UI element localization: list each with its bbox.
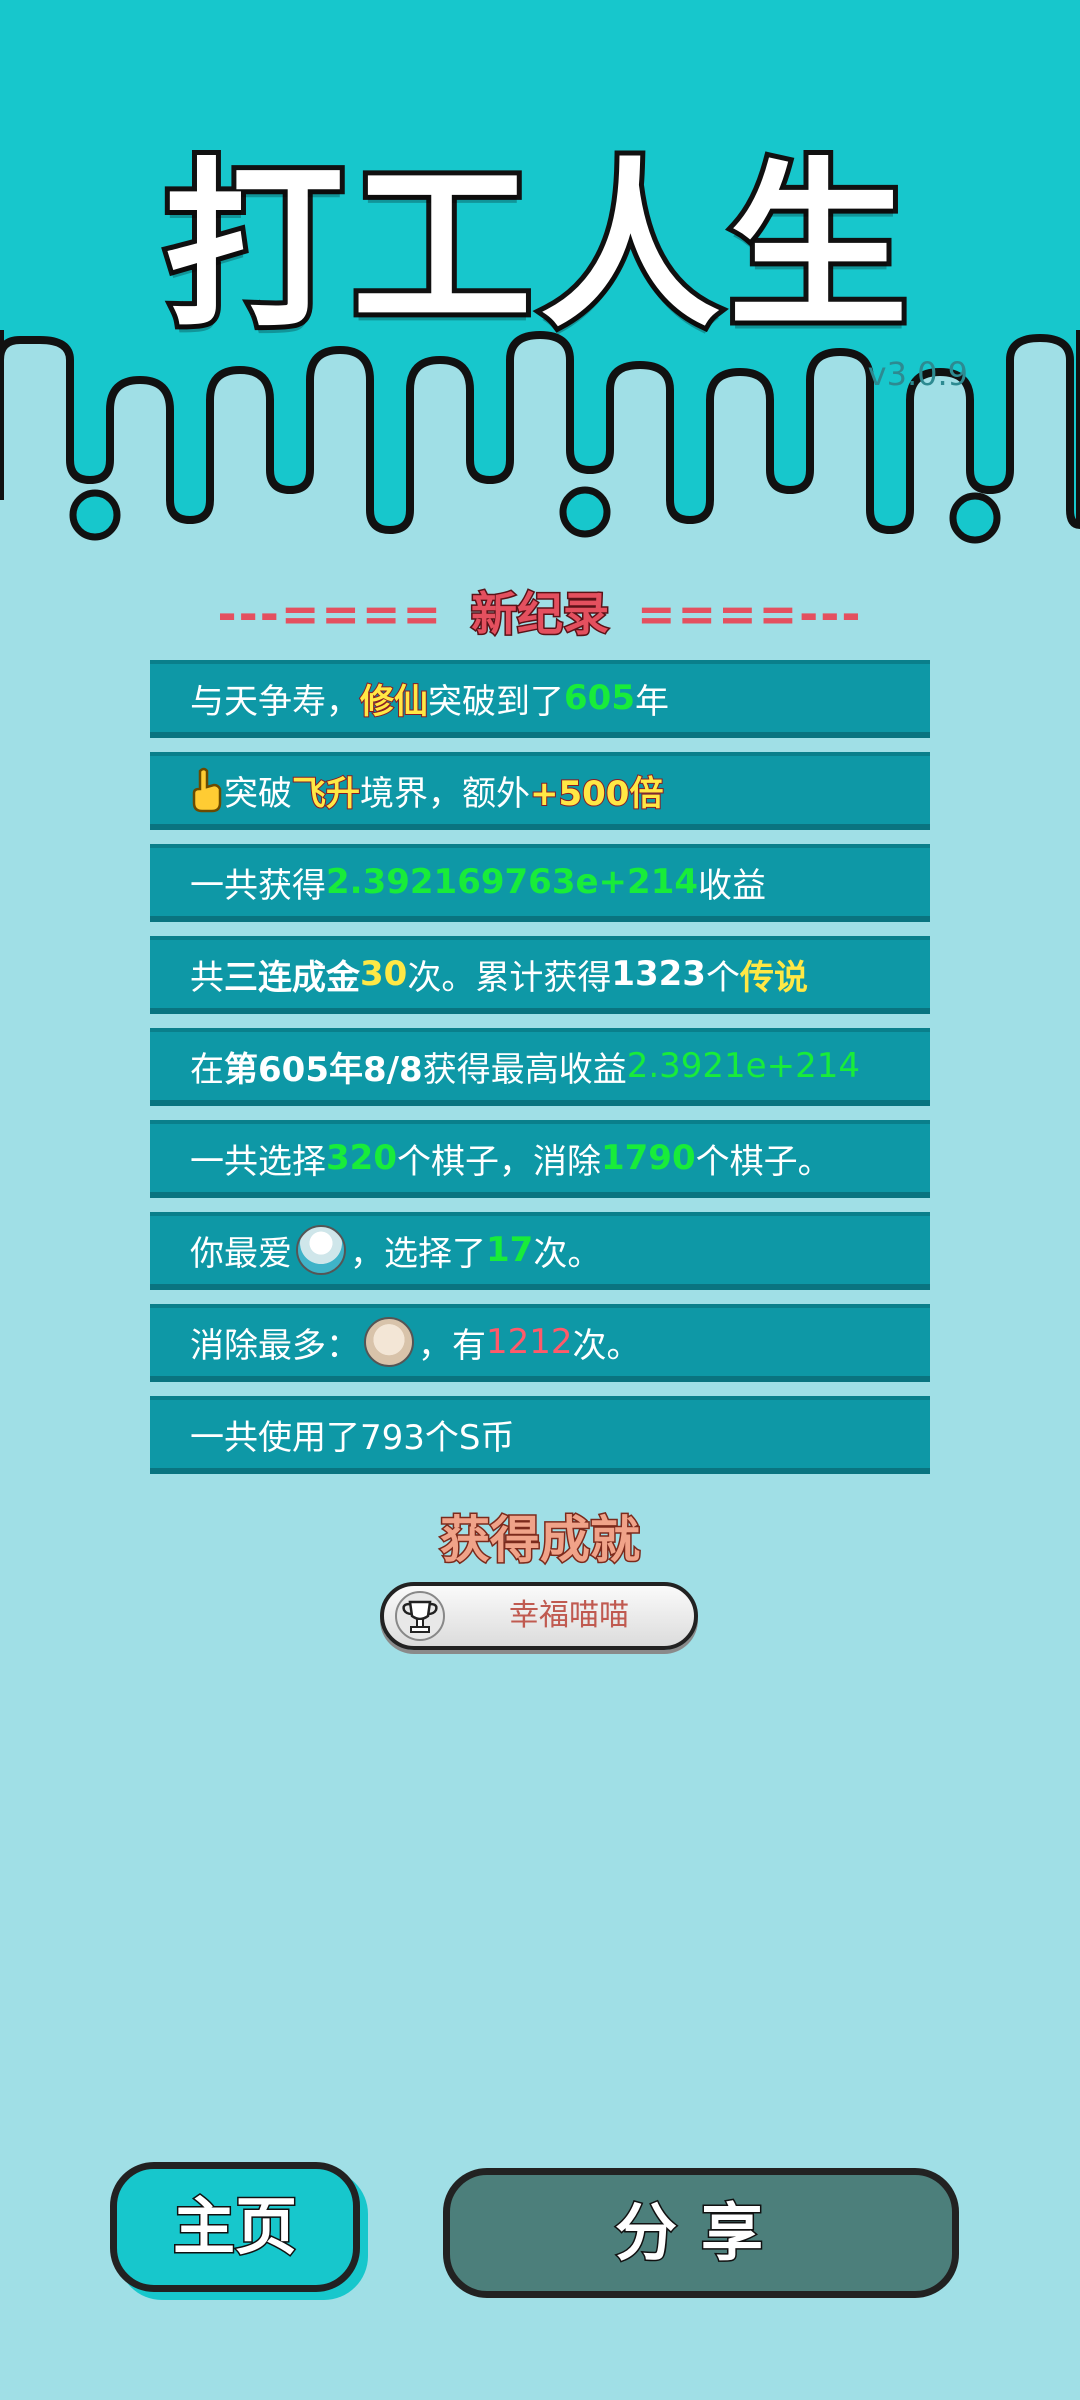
stat-text: 个棋子。 [695,1141,832,1182]
stat-bold: 第605年8/8 [224,1049,423,1090]
stat-row-triple-gold: 共三连成金 30 次。累计获得 1323 个传说 [150,936,930,1014]
stat-row-favorite: 你最爱 ，选择了 17 次。 [150,1212,930,1290]
stat-row-pieces: 一共选择 320 个棋子，消除 1790 个棋子。 [150,1120,930,1198]
stat-row-cultivation: 与天争寿， 修仙 突破到了 605 年 [150,660,930,738]
stat-highlight: 飞升 [291,773,361,815]
stat-text: 一共使用了793个S币 [190,1417,515,1458]
stat-highlight: 修仙 [359,681,429,723]
version-label: v3.0.9 [867,355,968,393]
app-title: 打工人生 [159,138,916,357]
stat-text: 消除最多： [190,1325,360,1366]
trophy-icon [395,1591,445,1641]
stat-text: 个棋子，消除 [396,1141,601,1182]
stat-bold: 三连成金 [224,957,360,998]
stat-text: ，选择了 [350,1233,486,1274]
stat-value: 605 [564,678,635,718]
stat-row-ascension: 突破 飞升 境界，额外 +500倍 [150,752,930,830]
eliminated-piece-icon [364,1317,414,1367]
stat-value: 1212 [486,1322,573,1362]
stat-text: 一共获得 [190,865,326,906]
achievement-title: 获得成就 [439,1510,642,1571]
stat-value: 30 [360,954,408,994]
stat-text: 个 [705,957,740,998]
stat-value: 传说 [739,957,808,998]
stat-text: 收益 [698,865,767,906]
stat-text: 次。累计获得 [407,957,612,998]
stat-text: 境界，额外 [360,773,530,814]
stats-list: 与天争寿， 修仙 突破到了 605 年 突破 飞升 境界，额外 +500倍 一共获得 2.392… [150,660,930,1488]
stat-text: 突破 [224,773,292,814]
achievement-name: 幸福喵喵 [509,1598,629,1633]
stat-row-total-income: 一共获得 2.392169763e+214 收益 [150,844,930,922]
stat-text: 在 [190,1049,224,1090]
share-button[interactable]: 分享 [443,2168,959,2298]
stat-highlight: +500倍 [529,773,664,815]
record-left-dash: ---==== [217,587,443,641]
stat-value: 320 [326,1138,397,1178]
stat-row-coins: 一共使用了793个S币 [150,1396,930,1474]
record-label: 新纪录 [470,586,611,643]
stat-text: ，有 [418,1325,486,1366]
stat-text: 一共选择 [190,1141,326,1182]
stat-value: 1790 [600,1138,696,1178]
stat-bold: 1323 [611,954,706,994]
stat-text: 突破到了 [428,681,564,722]
home-button[interactable]: 主页 [110,2162,360,2292]
stat-text: 你最爱 [190,1233,292,1274]
new-record-header: ---==== 新纪录 ====--- [0,578,1080,644]
stat-text: 获得最高收益 [422,1049,627,1090]
favorite-piece-icon [296,1225,346,1275]
stat-text: 与天争寿， [190,681,360,722]
stat-text: 共 [190,957,224,998]
pointing-hand-icon [192,767,222,813]
stat-row-most-eliminated: 消除最多： ，有 1212 次。 [150,1304,930,1382]
stat-row-max-income: 在 第605年8/8 获得最高收益 2.3921e+214 [150,1028,930,1106]
stat-value: 2.392169763e+214 [326,862,699,902]
stat-value: 2.3921e+214 [626,1046,860,1086]
stat-text: 次。 [572,1325,641,1366]
stat-text: 年 [634,681,669,722]
stat-text: 次。 [533,1233,602,1274]
achievement-badge[interactable]: 幸福喵喵 [380,1582,698,1650]
stat-value: 17 [486,1230,534,1270]
record-right-dash: ====--- [637,587,863,641]
